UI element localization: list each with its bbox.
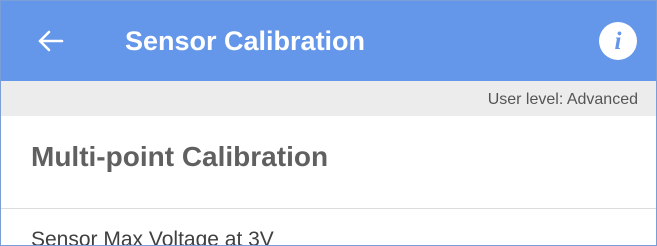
user-level-bar: User level: Advanced	[1, 81, 656, 116]
section-divider	[1, 208, 656, 209]
arrow-left-icon	[38, 30, 64, 52]
info-icon: i	[614, 27, 622, 55]
page-title: Sensor Calibration	[125, 26, 366, 56]
section-title: Multi-point Calibration	[31, 141, 329, 172]
screen: Sensor Calibration i User level: Advance…	[0, 0, 657, 246]
back-button[interactable]	[31, 23, 71, 59]
app-bar: Sensor Calibration i	[1, 1, 656, 81]
field-label-max-voltage: Sensor Max Voltage at 3V	[31, 228, 274, 246]
user-level-text: User level: Advanced	[487, 91, 638, 108]
info-button[interactable]: i	[599, 22, 637, 60]
